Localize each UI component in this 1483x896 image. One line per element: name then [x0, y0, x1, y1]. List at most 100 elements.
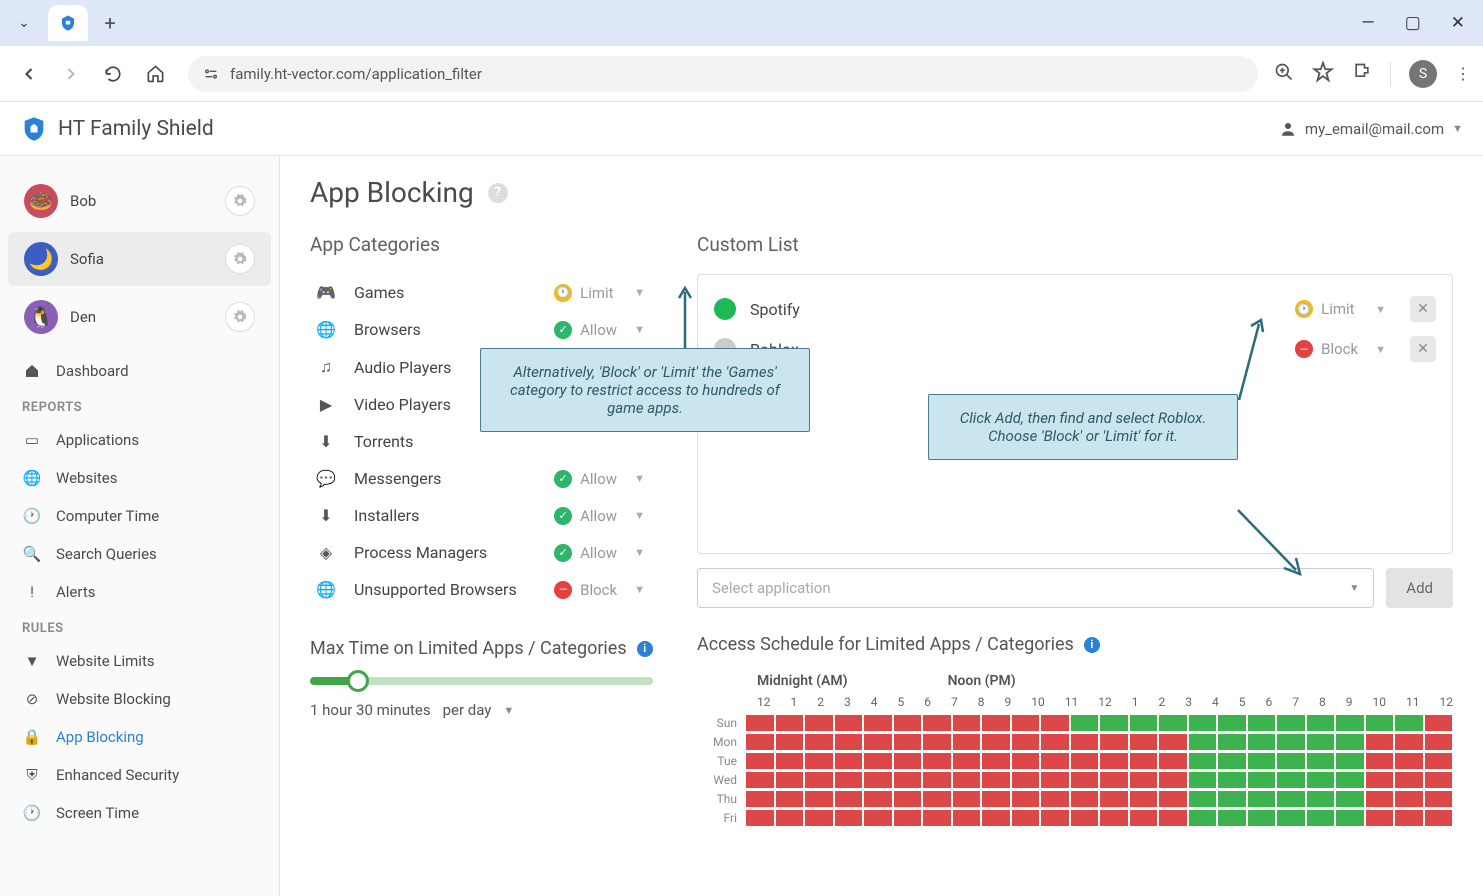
schedule-cell[interactable] [1276, 771, 1306, 789]
schedule-cell[interactable] [804, 809, 834, 827]
schedule-cell[interactable] [863, 771, 893, 789]
info-icon[interactable]: i [637, 641, 653, 657]
schedule-cell[interactable] [1129, 790, 1159, 808]
schedule-cell[interactable] [1424, 809, 1454, 827]
category-process-managers[interactable]: ◈ Process Managers ✓ Allow ▼ [310, 534, 653, 571]
chevron-down-icon[interactable]: ▼ [630, 472, 649, 485]
schedule-cell[interactable] [1365, 752, 1395, 770]
schedule-cell[interactable] [1129, 752, 1159, 770]
schedule-cell[interactable] [1129, 733, 1159, 751]
schedule-cell[interactable] [893, 790, 923, 808]
schedule-cell[interactable] [1306, 752, 1336, 770]
nav-screen-time[interactable]: 🕐Screen Time [0, 794, 279, 832]
schedule-cell[interactable] [952, 809, 982, 827]
schedule-cell[interactable] [1070, 733, 1100, 751]
nav-applications[interactable]: ▭Applications [0, 421, 279, 459]
schedule-cell[interactable] [1011, 714, 1041, 732]
profile-den[interactable]: 🐧 Den [8, 290, 271, 344]
schedule-cell[interactable] [952, 790, 982, 808]
schedule-cell[interactable] [1129, 714, 1159, 732]
schedule-cell[interactable] [1247, 809, 1277, 827]
chevron-down-icon[interactable]: ▼ [630, 583, 649, 596]
schedule-cell[interactable] [922, 790, 952, 808]
schedule-cell[interactable] [863, 714, 893, 732]
schedule-cell[interactable] [1099, 809, 1129, 827]
remove-button[interactable]: ✕ [1410, 296, 1436, 322]
schedule-cell[interactable] [1011, 733, 1041, 751]
schedule-cell[interactable] [893, 714, 923, 732]
chevron-down-icon[interactable]: ▼ [630, 546, 649, 559]
schedule-cell[interactable] [1099, 733, 1129, 751]
schedule-cell[interactable] [1335, 733, 1365, 751]
schedule-cell[interactable] [834, 733, 864, 751]
schedule-cell[interactable] [1099, 771, 1129, 789]
schedule-cell[interactable] [1158, 809, 1188, 827]
nav-website-blocking[interactable]: ⊘Website Blocking [0, 680, 279, 718]
schedule-cell[interactable] [1424, 790, 1454, 808]
schedule-cell[interactable] [1306, 809, 1336, 827]
schedule-cell[interactable] [775, 752, 805, 770]
schedule-cell[interactable] [804, 790, 834, 808]
schedule-cell[interactable] [981, 790, 1011, 808]
schedule-cell[interactable] [1129, 771, 1159, 789]
schedule-cell[interactable] [922, 714, 952, 732]
site-settings-icon[interactable] [202, 65, 220, 83]
schedule-cell[interactable] [893, 809, 923, 827]
schedule-cell[interactable] [981, 771, 1011, 789]
schedule-cell[interactable] [1040, 771, 1070, 789]
schedule-cell[interactable] [1158, 714, 1188, 732]
schedule-cell[interactable] [893, 752, 923, 770]
category-browsers[interactable]: 🌐 Browsers ✓ Allow ▼ [310, 311, 653, 348]
schedule-cell[interactable] [804, 714, 834, 732]
schedule-cell[interactable] [1247, 790, 1277, 808]
schedule-cell[interactable] [745, 733, 775, 751]
schedule-cell[interactable] [1099, 714, 1129, 732]
category-messengers[interactable]: 💬 Messengers ✓ Allow ▼ [310, 460, 653, 497]
schedule-cell[interactable] [1158, 771, 1188, 789]
schedule-cell[interactable] [863, 733, 893, 751]
schedule-cell[interactable] [1394, 790, 1424, 808]
schedule-cell[interactable] [1424, 733, 1454, 751]
schedule-cell[interactable] [1040, 790, 1070, 808]
schedule-cell[interactable] [981, 752, 1011, 770]
category-installers[interactable]: ⬇ Installers ✓ Allow ▼ [310, 497, 653, 534]
schedule-cell[interactable] [1099, 790, 1129, 808]
nav-enhanced-security[interactable]: ⛨Enhanced Security [0, 756, 279, 794]
time-slider[interactable] [310, 677, 653, 685]
schedule-cell[interactable] [1276, 752, 1306, 770]
schedule-cell[interactable] [745, 790, 775, 808]
new-tab-button[interactable]: + [94, 7, 126, 39]
schedule-cell[interactable] [1070, 771, 1100, 789]
schedule-cell[interactable] [1424, 714, 1454, 732]
gear-icon[interactable] [225, 186, 255, 216]
schedule-cell[interactable] [863, 809, 893, 827]
schedule-cell[interactable] [1158, 733, 1188, 751]
reload-button[interactable] [96, 57, 130, 91]
schedule-cell[interactable] [1335, 771, 1365, 789]
schedule-cell[interactable] [745, 752, 775, 770]
schedule-cell[interactable] [1276, 790, 1306, 808]
nav-app-blocking[interactable]: 🔒App Blocking [0, 718, 279, 756]
schedule-cell[interactable] [952, 714, 982, 732]
gear-icon[interactable] [225, 244, 255, 274]
schedule-cell[interactable] [1070, 809, 1100, 827]
schedule-cell[interactable] [1099, 752, 1129, 770]
chevron-down-icon[interactable]: ▼ [630, 509, 649, 522]
schedule-cell[interactable] [804, 733, 834, 751]
chevron-down-icon[interactable]: ▼ [1371, 343, 1390, 356]
profile-bob[interactable]: 🍩 Bob [8, 174, 271, 228]
tab-list-button[interactable]: ⌄ [8, 7, 40, 39]
schedule-cell[interactable] [745, 771, 775, 789]
nav-search-queries[interactable]: 🔍Search Queries [0, 535, 279, 573]
schedule-cell[interactable] [834, 790, 864, 808]
schedule-cell[interactable] [1365, 771, 1395, 789]
schedule-cell[interactable] [1217, 714, 1247, 732]
schedule-cell[interactable] [863, 752, 893, 770]
schedule-cell[interactable] [1365, 809, 1395, 827]
schedule-cell[interactable] [775, 771, 805, 789]
schedule-cell[interactable] [952, 733, 982, 751]
nav-website-limits[interactable]: ▼Website Limits [0, 642, 279, 680]
nav-dashboard[interactable]: Dashboard [0, 352, 279, 390]
schedule-cell[interactable] [1188, 733, 1218, 751]
close-window-button[interactable]: ✕ [1451, 13, 1465, 33]
